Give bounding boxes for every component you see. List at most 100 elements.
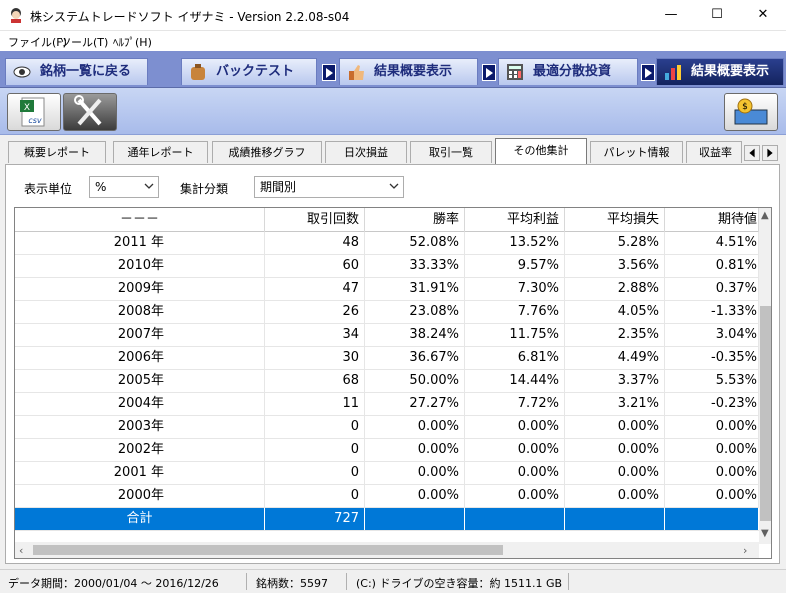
cell-avg-loss: 3.56% xyxy=(565,255,665,277)
table-row[interactable]: 2003年 0 0.00% 0.00% 0.00% 0.00% xyxy=(15,416,759,439)
table-row[interactable]: 2010年 60 33.33% 9.57% 3.56% 0.81% xyxy=(15,255,759,278)
tab-trade-list[interactable]: 取引一覧 xyxy=(410,141,492,163)
vertical-scroll-thumb[interactable] xyxy=(760,306,771,521)
table-row[interactable]: 2008年 26 23.08% 7.76% 4.05% -1.33% xyxy=(15,301,759,324)
unit-label: 表示単位 xyxy=(24,182,73,196)
header-avg-loss[interactable]: 平均損失 xyxy=(565,208,665,232)
cell-win-rate: 0.00% xyxy=(365,485,465,507)
cell-trade-count: 11 xyxy=(265,393,365,415)
table-row[interactable]: 2006年 30 36.67% 6.81% 4.49% -0.35% xyxy=(15,347,759,370)
eye-icon xyxy=(13,66,31,78)
cell-avg-loss: 0.00% xyxy=(565,485,665,507)
svg-text:$: $ xyxy=(742,102,748,112)
table-row[interactable]: 2005年 68 50.00% 14.44% 3.37% 5.53% xyxy=(15,370,759,393)
money-report-button[interactable]: $ xyxy=(724,93,778,131)
back-to-list-button[interactable]: 銘柄一覧に戻る xyxy=(5,58,148,85)
cell-expectancy: 0.00% xyxy=(665,462,759,484)
cell-trade-count: 47 xyxy=(265,278,365,300)
cell-period: 2004年 xyxy=(15,393,265,415)
aggregation-table[interactable]: －－－ 取引回数 勝率 平均利益 平均損失 期待値 2011 年 48 52.08%… xyxy=(14,207,772,559)
table-row[interactable]: 2011 年 48 52.08% 13.52% 5.28% 4.51% xyxy=(15,232,759,255)
cell-avg-loss: 0.00% xyxy=(565,416,665,438)
cell-avg-profit: 14.44% xyxy=(465,370,565,392)
scroll-up-icon[interactable]: ▲ xyxy=(761,210,769,221)
window-title: 株システムトレードソフト イザナミ - Version 2.2.08-s04 xyxy=(30,10,350,24)
toolbar: X csv $ xyxy=(0,88,786,135)
tab-return-rate[interactable]: 収益率 xyxy=(686,141,742,163)
header-expectancy[interactable]: 期待値 xyxy=(665,208,759,232)
cell-expectancy: 3.04% xyxy=(665,324,759,346)
minimize-button[interactable]: — xyxy=(648,0,694,31)
scroll-left-icon[interactable]: ‹ xyxy=(19,544,23,557)
status-separator xyxy=(246,573,247,590)
cell-avg-loss: 2.35% xyxy=(565,324,665,346)
results-summary-button[interactable]: 結果概要表示 xyxy=(339,58,478,85)
optimize-button[interactable]: 最適分散投資 xyxy=(498,58,638,85)
cell-trade-count: 34 xyxy=(265,324,365,346)
menu-help[interactable]: ﾍﾙﾌﾟ(H) xyxy=(113,34,152,50)
cell-expectancy: 0.00% xyxy=(665,416,759,438)
thumbs-up-icon xyxy=(349,65,364,80)
table-row[interactable]: 2002年 0 0.00% 0.00% 0.00% 0.00% xyxy=(15,439,759,462)
cell-period: 2005年 xyxy=(15,370,265,392)
table-row[interactable]: 2007年 34 38.24% 11.75% 2.35% 3.04% xyxy=(15,324,759,347)
svg-text:X: X xyxy=(24,103,30,113)
header-win-rate[interactable]: 勝率 xyxy=(365,208,465,232)
results-active-tab[interactable]: 結果概要表示 xyxy=(656,58,784,85)
cell-avg-loss xyxy=(565,508,665,530)
tab-daily-pnl[interactable]: 日次損益 xyxy=(325,141,407,163)
optimize-label: 最適分散投資 xyxy=(533,64,612,79)
cell-avg-profit: 0.00% xyxy=(465,462,565,484)
header-trade-count[interactable]: 取引回数 xyxy=(265,208,365,232)
tab-other-aggregation[interactable]: その他集計 xyxy=(495,138,587,164)
tab-summary-report[interactable]: 概要レポート xyxy=(8,141,106,163)
cell-trade-count: 0 xyxy=(265,485,365,507)
cell-period: 2011 年 xyxy=(15,232,265,254)
menu-tools[interactable]: ツール(T) xyxy=(60,34,108,50)
cell-avg-loss: 3.21% xyxy=(565,393,665,415)
tools-button[interactable] xyxy=(63,93,117,131)
tab-performance-graph[interactable]: 成績推移グラフ xyxy=(212,141,322,163)
cell-avg-profit: 0.00% xyxy=(465,439,565,461)
chevron-down-icon xyxy=(144,183,154,189)
backtest-label: バックテスト xyxy=(216,64,295,79)
table-row[interactable]: 2000年 0 0.00% 0.00% 0.00% 0.00% xyxy=(15,485,759,508)
table-row[interactable]: 2004年 11 27.27% 7.72% 3.21% -0.23% xyxy=(15,393,759,416)
cell-win-rate xyxy=(365,508,465,530)
sub-tab-strip: 概要レポート 通年レポート 成績推移グラフ 日次損益 取引一覧 その他集計 パレ… xyxy=(0,135,786,165)
vertical-scrollbar[interactable]: ▲ ▼ xyxy=(759,208,771,544)
cell-trade-count: 26 xyxy=(265,301,365,323)
scroll-right-icon[interactable]: › xyxy=(743,544,747,557)
backtest-button[interactable]: バックテスト xyxy=(181,58,317,85)
total-row[interactable]: 合計 727 xyxy=(15,508,759,531)
cell-win-rate: 0.00% xyxy=(365,462,465,484)
csv-export-button[interactable]: X csv xyxy=(7,93,61,131)
cell-period: 2007年 xyxy=(15,324,265,346)
horizontal-scroll-thumb[interactable] xyxy=(33,545,503,555)
cell-trade-count: 0 xyxy=(265,439,365,461)
category-select[interactable]: 期間別 xyxy=(254,176,404,198)
tab-annual-report[interactable]: 通年レポート xyxy=(113,141,208,163)
cell-trade-count: 727 xyxy=(265,508,365,530)
tab-pallet-info[interactable]: パレット情報 xyxy=(590,141,683,163)
app-icon xyxy=(11,8,21,23)
menu-file[interactable]: ファイル(F) xyxy=(8,34,67,50)
close-button[interactable]: ✕ xyxy=(740,0,786,31)
horizontal-scrollbar[interactable]: ‹ › xyxy=(15,542,759,558)
tab-scroll-right-icon[interactable] xyxy=(762,145,778,161)
cell-avg-loss: 5.28% xyxy=(565,232,665,254)
cell-expectancy: -0.35% xyxy=(665,347,759,369)
unit-select[interactable]: % xyxy=(89,176,159,198)
maximize-button[interactable]: ☐ xyxy=(694,0,740,31)
table-row[interactable]: 2001 年 0 0.00% 0.00% 0.00% 0.00% xyxy=(15,462,759,485)
cell-expectancy: 0.37% xyxy=(665,278,759,300)
tab-scroll-left-icon[interactable] xyxy=(744,145,760,161)
cell-avg-profit: 7.30% xyxy=(465,278,565,300)
cell-avg-profit: 0.00% xyxy=(465,416,565,438)
header-period[interactable]: －－－ xyxy=(15,208,265,232)
cell-trade-count: 48 xyxy=(265,232,365,254)
header-avg-profit[interactable]: 平均利益 xyxy=(465,208,565,232)
unit-value: % xyxy=(95,180,107,194)
table-row[interactable]: 2009年 47 31.91% 7.30% 2.88% 0.37% xyxy=(15,278,759,301)
scroll-down-icon[interactable]: ▼ xyxy=(761,528,769,539)
